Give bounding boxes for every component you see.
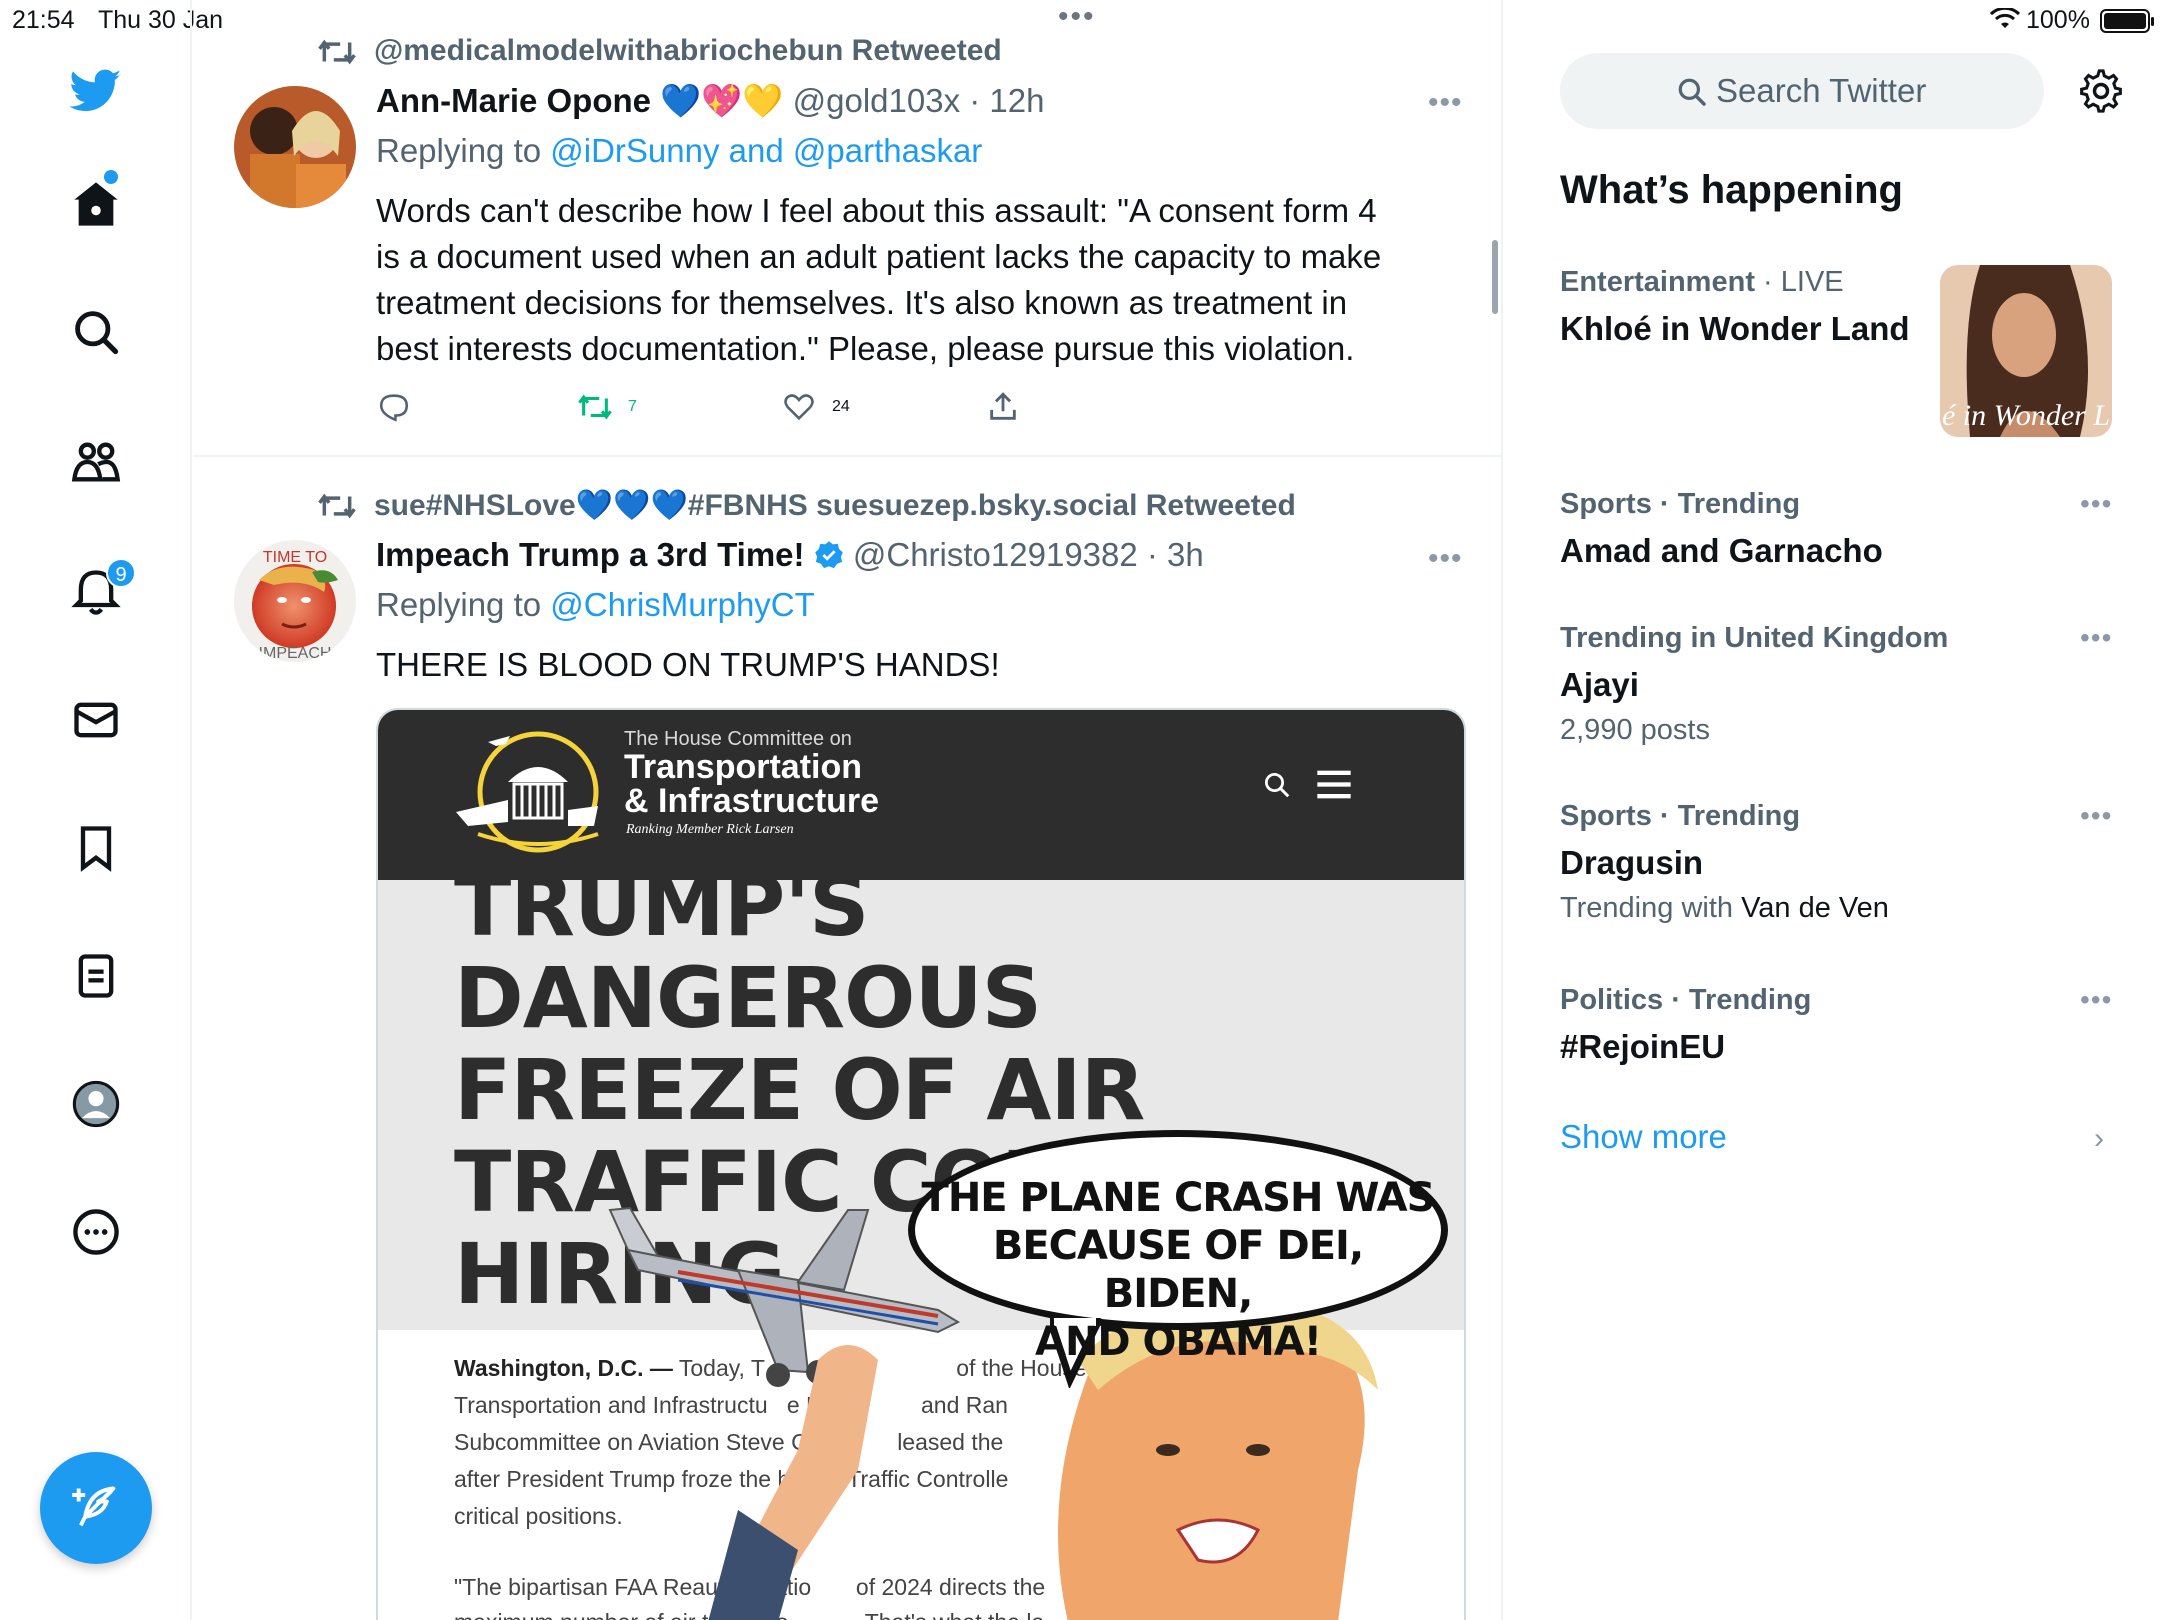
bookmarks-icon[interactable]: [70, 822, 122, 874]
trend-more-button[interactable]: •••: [2080, 984, 2112, 1016]
replying-to: Replying to @iDrSunny and @parthaskar: [376, 132, 982, 170]
trend-related-prefix: Trending with: [1560, 892, 1742, 924]
more-options-icon[interactable]: [70, 1206, 122, 1258]
replying-to-link[interactable]: @ChrisMurphyCT: [550, 586, 815, 623]
communities-icon[interactable]: [70, 436, 122, 488]
home-icon[interactable]: [70, 178, 122, 230]
tweet-text-line: best interests documentation." Please, p…: [376, 330, 1355, 367]
replying-to: Replying to @ChrisMurphyCT: [376, 586, 815, 624]
timeline-scrollbar[interactable]: [1492, 240, 1498, 314]
trend-category: Sports · Trending: [1560, 488, 1801, 520]
profile-avatar-icon[interactable]: [70, 1078, 122, 1130]
trend-category-name: Entertainment: [1560, 266, 1755, 298]
replying-prefix: Replying to: [376, 586, 551, 623]
tweet-text-line: Words can't describe how I feel about th…: [376, 192, 1377, 229]
trend-more-button[interactable]: •••: [2080, 488, 2112, 520]
retweet-indicator-icon: [318, 39, 356, 65]
tweet-divider: [193, 455, 1503, 457]
replying-to-link[interactable]: @iDrSunny and @parthaskar: [550, 132, 982, 169]
home-unread-dot: [104, 170, 118, 184]
retweeted-by-label[interactable]: @medicalmodelwithabriochebun Retweeted: [374, 34, 1002, 68]
trend-live-label: · LIVE: [1754, 266, 1844, 298]
trend-category: Trending in United Kingdom: [1560, 622, 1949, 654]
trend-more-button[interactable]: •••: [2080, 800, 2112, 832]
search-icon: [1678, 78, 1706, 106]
settings-gear-icon[interactable]: [2078, 68, 2124, 114]
heart-icon: [784, 394, 814, 421]
like-count: 24: [832, 398, 850, 415]
trend-related-value: Van de Ven: [1741, 892, 1889, 924]
explore-search-icon[interactable]: [70, 306, 122, 358]
retweet-indicator-icon: [318, 493, 356, 519]
tweet-text: Words can't describe how I feel about th…: [376, 188, 1381, 372]
trend-item-amad[interactable]: Amad and Garnacho: [1560, 532, 1883, 570]
retweet-count: 7: [628, 398, 637, 415]
trend-category: Sports · Trending: [1560, 800, 1801, 832]
share-button[interactable]: [986, 390, 1020, 424]
tweet-more-button[interactable]: •••: [1428, 542, 1463, 576]
author-handle[interactable]: @gold103x · 12h: [793, 82, 1045, 119]
wifi-icon: [1990, 8, 2020, 28]
tweet-text-line: treatment decisions for themselves. It's…: [376, 284, 1348, 321]
tweet-author[interactable]: Impeach Trump a 3rd Time! @Christo129193…: [376, 536, 1204, 574]
retweet-button[interactable]: 7: [578, 390, 637, 424]
author-handle[interactable]: @Christo12919382 · 3h: [853, 536, 1204, 573]
bubble-line: THE PLANE CRASH WAS: [921, 1175, 1436, 1221]
avatar[interactable]: TIME TO IMPEACH: [234, 540, 356, 662]
author-name[interactable]: Impeach Trump a 3rd Time!: [376, 536, 805, 573]
chevron-right-icon: ›: [2094, 1122, 2104, 1155]
trend-item-rejoineu[interactable]: #RejoinEU: [1560, 1028, 1725, 1066]
tweet-text-line: is a document used when an adult patient…: [376, 238, 1382, 275]
avatar-caption-top: TIME TO: [263, 549, 327, 566]
trend-post-count: 2,990 posts: [1560, 714, 1710, 746]
battery-icon: [2100, 9, 2154, 33]
speech-bubble-text: THE PLANE CRASH WAS BECAUSE OF DEI, BIDE…: [918, 1174, 1438, 1366]
retweet-icon: [578, 394, 612, 420]
reply-icon: [379, 394, 409, 422]
tweet-text: THERE IS BLOOD ON TRUMP'S HANDS!: [376, 646, 1000, 683]
trend-thumbnail[interactable]: é in Wonder L: [1940, 265, 2112, 437]
reply-button[interactable]: [377, 390, 411, 424]
retweeted-by-label[interactable]: sue#NHSLove💙💙💙#FBNHS suesuezep.bsky.soci…: [374, 488, 1296, 523]
show-more-link[interactable]: Show more: [1560, 1118, 1727, 1156]
tweet-more-button[interactable]: •••: [1428, 86, 1463, 120]
avatar[interactable]: [234, 86, 356, 208]
compose-tweet-button[interactable]: [40, 1452, 152, 1564]
trend-related: Trending with Van de Ven: [1560, 892, 1889, 925]
tweet-author[interactable]: Ann-Marie Opone 💙💖💛 @gold103x · 12h: [376, 82, 1044, 121]
whats-happening-title: What’s happening: [1560, 168, 1903, 212]
toy-plane-illustration: [608, 1206, 961, 1387]
trend-item-khloe[interactable]: Khloé in Wonder Land: [1560, 310, 1910, 348]
notifications-badge: 9: [106, 558, 136, 588]
verified-badge-icon: [814, 541, 843, 569]
battery-percent: 100%: [2026, 6, 2090, 34]
left-nav: 9: [0, 0, 192, 1620]
author-emoji: 💙💖💛: [660, 82, 784, 119]
share-icon: [990, 392, 1016, 420]
like-button[interactable]: 24: [782, 390, 850, 424]
compose-feather-icon: [72, 1486, 116, 1527]
trend-more-button[interactable]: •••: [2080, 622, 2112, 654]
trend-item-ajayi[interactable]: Ajayi: [1560, 666, 1639, 704]
trend-category: Entertainment · LIVE: [1560, 266, 1844, 299]
twitter-logo-icon[interactable]: [69, 64, 122, 116]
thumb-caption: é in Wonder L: [1942, 399, 2110, 432]
tweet-media-image[interactable]: The House Committee on Transportation & …: [376, 708, 1466, 1620]
bubble-line: BECAUSE OF DEI, BIDEN,: [992, 1223, 1364, 1317]
trend-item-dragusin[interactable]: Dragusin: [1560, 844, 1703, 882]
author-name[interactable]: Ann-Marie Opone: [376, 82, 651, 119]
lists-icon[interactable]: [70, 950, 122, 1002]
messages-envelope-icon[interactable]: [70, 694, 122, 746]
search-placeholder: Search Twitter: [1716, 72, 1927, 109]
bubble-line: AND OBAMA!: [1034, 1319, 1322, 1365]
replying-prefix: Replying to: [376, 132, 551, 169]
trend-category: Politics · Trending: [1560, 984, 1812, 1016]
